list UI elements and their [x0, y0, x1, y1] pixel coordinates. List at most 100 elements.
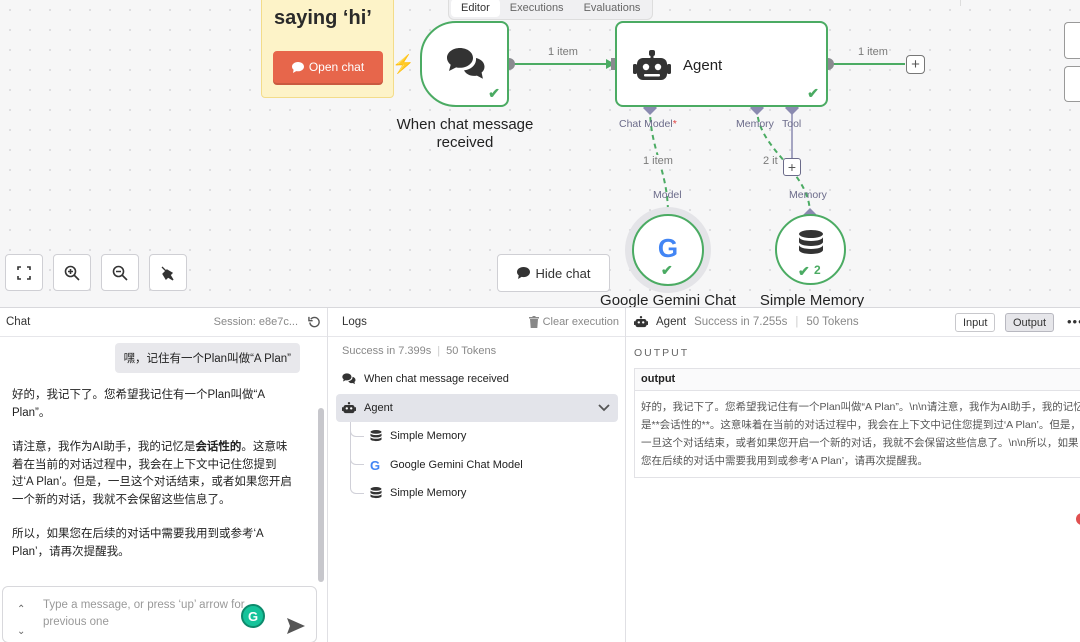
output-table: output 好的，我记下了。您希望我记住有一个Plan叫做“A Plan”。\… — [634, 368, 1080, 478]
zoom-out-button[interactable] — [101, 254, 139, 291]
database-icon — [370, 429, 382, 441]
hide-chat-label: Hide chat — [535, 265, 591, 281]
trigger-node-label: When chat message received — [390, 116, 540, 152]
logs-title: Logs — [342, 316, 367, 328]
sticky-note[interactable]: saying ‘hi’ Open chat — [261, 0, 394, 98]
node-simple-memory[interactable]: ✔ 2 — [775, 214, 846, 285]
edge-label-trigger-agent: 1 item — [548, 46, 578, 58]
output-section-label: OUTPUT — [634, 347, 690, 359]
workflow-canvas[interactable]: Editor Executions Evaluations saying ‘hi… — [0, 0, 1080, 307]
clear-execution-label: Clear execution — [542, 316, 619, 328]
log-label: Google Gemini Chat Model — [390, 459, 523, 471]
chat-header: Chat Session: e8e7c... — [0, 308, 327, 337]
chevron-down-icon[interactable] — [598, 404, 610, 412]
chevron-down-icon[interactable]: ⌄ — [17, 621, 25, 642]
chat-bubbles-icon — [342, 373, 356, 385]
robot-icon — [342, 402, 356, 414]
output-tokens: 50 Tokens — [806, 316, 859, 328]
grammarly-icon[interactable]: G — [241, 604, 265, 628]
sticky-side-button[interactable] — [1064, 66, 1080, 102]
add-node-side-button[interactable] — [1064, 22, 1080, 59]
clear-execution-button[interactable]: Clear execution — [528, 316, 619, 328]
zoom-in-button[interactable] — [53, 254, 91, 291]
bot-paragraph-3: 所以，如果您在后续的对话中需要我用到或参考‘A Plan’，请再次提醒我。 — [12, 528, 264, 558]
trigger-success-check: ✔ — [488, 85, 500, 101]
log-label: Simple Memory — [390, 430, 467, 442]
log-label: When chat message received — [364, 373, 509, 385]
edge-label-agent-out: 1 item — [858, 46, 888, 58]
node-gemini-chat-model[interactable]: G ✔ — [632, 214, 704, 286]
top-divider — [960, 0, 961, 6]
agent-node-label: Agent — [683, 57, 723, 74]
separator: | — [795, 316, 799, 328]
memory-success-check: ✔ — [798, 263, 810, 279]
robot-icon — [633, 50, 671, 80]
session-info: Session: e8e7c... — [214, 316, 321, 329]
chat-messages[interactable]: 嘿，记住有一个Plan叫做“A Plan” 好的，我记下了。您希望我记住有一个P… — [0, 337, 318, 585]
node-chat-trigger[interactable]: ✔ — [420, 21, 509, 107]
trash-icon — [528, 316, 539, 328]
bot-message: 好的，我记下了。您希望我记住有一个Plan叫做“A Plan”。 请注意，我作为… — [12, 387, 294, 578]
log-row-simple-memory-2[interactable]: Simple Memory — [370, 479, 610, 507]
chat-input-box: ⌃ ⌄ G — [2, 586, 317, 642]
required-marker: * — [672, 118, 677, 130]
tree-connector — [350, 422, 364, 494]
chat-scrollbar[interactable] — [318, 408, 324, 582]
node-agent[interactable]: Agent ✔ — [615, 21, 828, 107]
logs-header: Logs Clear execution — [328, 308, 625, 337]
send-icon[interactable] — [286, 617, 306, 635]
trigger-bolt-icon: ⚡ — [392, 54, 415, 74]
port-label-chat-model: Chat Model* — [619, 118, 677, 130]
add-node-plus-button[interactable]: + — [906, 55, 925, 74]
more-options-icon[interactable]: ••• — [1067, 314, 1080, 329]
add-tool-button[interactable]: + — [783, 158, 801, 176]
chat-bubble-icon — [516, 267, 530, 279]
output-panel: Agent Success in 7.255s | 50 Tokens Inpu… — [626, 308, 1080, 642]
session-id[interactable]: Session: e8e7c... — [214, 316, 298, 328]
chat-panel: Chat Session: e8e7c... 嘿，记住有一个Plan叫做“A P… — [0, 308, 328, 642]
bot-paragraph-1: 好的，我记下了。您希望我记住有一个Plan叫做“A Plan”。 — [12, 389, 265, 419]
tidy-up-button[interactable] — [149, 254, 187, 291]
logs-status: Success in 7.399s | 50 Tokens — [342, 345, 496, 357]
tab-evaluations[interactable]: Evaluations — [574, 0, 651, 17]
gemini-node-label: Google Gemini Chat — [600, 292, 736, 307]
agent-success-check: ✔ — [807, 85, 819, 101]
output-status: Success in 7.255s — [694, 316, 788, 328]
port-label-tool: Tool — [782, 118, 802, 130]
gemini-success-check: ✔ — [661, 262, 673, 278]
edge-label-model: 1 item — [643, 155, 673, 167]
sticky-title: saying ‘hi’ — [274, 7, 372, 29]
output-toggle-button[interactable]: Output — [1005, 313, 1055, 332]
log-row-gemini[interactable]: G Google Gemini Chat Model — [370, 451, 610, 479]
trigger-label-line2: received — [436, 134, 494, 151]
chat-title: Chat — [6, 316, 31, 328]
fit-view-button[interactable] — [5, 254, 43, 291]
output-column-header: output — [635, 369, 1080, 391]
log-row-agent[interactable]: Agent — [336, 394, 618, 422]
hide-chat-button[interactable]: Hide chat — [497, 254, 610, 292]
reset-session-icon[interactable] — [308, 316, 321, 329]
log-row-trigger[interactable]: When chat message received — [342, 365, 617, 393]
edge-label-memory: 2 it — [763, 155, 778, 167]
google-g-icon: G — [657, 232, 679, 263]
input-toggle-button[interactable]: Input — [955, 313, 996, 332]
output-cell-value[interactable]: 好的，我记下了。您希望我记住有一个Plan叫做“A Plan”。\n\n请注意，… — [635, 391, 1080, 477]
log-row-simple-memory-1[interactable]: Simple Memory — [370, 422, 610, 450]
zoom-out-icon — [112, 265, 128, 281]
chevron-up-icon[interactable]: ⌃ — [17, 599, 25, 621]
chat-message-input[interactable] — [43, 597, 253, 637]
logs-duration: Success in 7.399s — [342, 345, 432, 357]
port-label-model: Model — [653, 189, 682, 201]
database-icon — [799, 230, 823, 254]
logs-tokens: 50 Tokens — [446, 345, 497, 357]
tab-executions[interactable]: Executions — [500, 0, 574, 17]
chat-bubble-icon — [291, 61, 304, 73]
user-message: 嘿，记住有一个Plan叫做“A Plan” — [114, 343, 300, 373]
memory-run-count-badge: 2 — [814, 263, 821, 277]
tab-editor[interactable]: Editor — [451, 0, 500, 17]
memory-node-label: Simple Memory — [759, 292, 865, 307]
open-chat-button[interactable]: Open chat — [273, 51, 383, 83]
trigger-label-line1: When chat message — [396, 116, 534, 133]
history-arrows[interactable]: ⌃ ⌄ — [17, 599, 25, 642]
log-label: Agent — [364, 402, 393, 414]
